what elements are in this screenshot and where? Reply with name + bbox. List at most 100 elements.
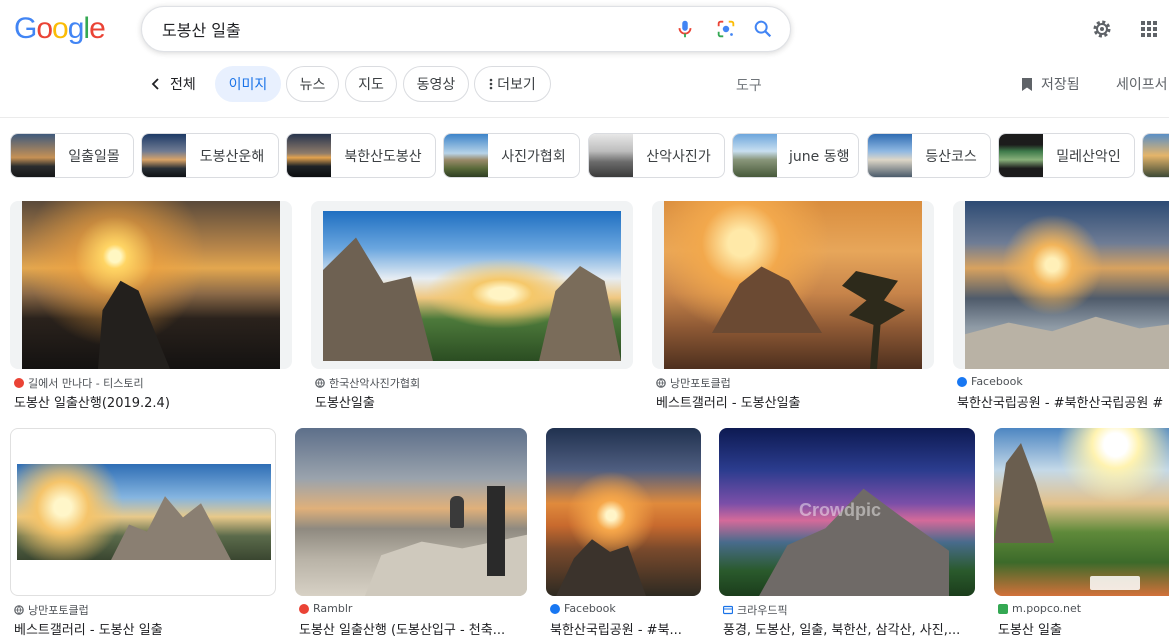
search-input[interactable]: [162, 7, 662, 51]
image-result[interactable]: 길에서 만나다 - 티스토리 도봉산 일출산행(2019.2.4): [10, 201, 292, 411]
mic-icon[interactable]: [674, 18, 696, 40]
image-result[interactable]: m.popco.net 도봉산 일출: [994, 428, 1169, 638]
related-chip[interactable]: 등산코스: [867, 133, 991, 178]
search-icon[interactable]: [752, 18, 774, 40]
google-logo[interactable]: Google: [14, 12, 106, 46]
result-source[interactable]: 낭만포토클럽: [656, 375, 731, 391]
globe-icon: [656, 378, 666, 388]
result-source[interactable]: 길에서 만나다 - 티스토리: [14, 375, 144, 391]
result-source-label: 낭만포토클럽: [28, 604, 89, 617]
result-source-label: Ramblr: [313, 602, 353, 615]
facebook-icon: [957, 376, 967, 387]
related-chip-thumbnail: [287, 134, 331, 177]
result-title[interactable]: 도봉산 일출산행(2019.2.4): [14, 392, 292, 411]
image-result[interactable]: Crowdpic 크라우드픽 풍경, 도봉산, 일출, 북한산, 삼각산, 사진…: [719, 428, 975, 638]
related-chip-thumbnail: [589, 134, 633, 177]
saved-button[interactable]: 저장됨: [1021, 74, 1080, 94]
result-source[interactable]: m.popco.net: [998, 602, 1081, 615]
tab-images[interactable]: 이미지: [215, 66, 281, 102]
tab-news-label: 뉴스: [299, 77, 326, 93]
related-chip-thumbnail: [11, 134, 55, 177]
globe-icon: [14, 605, 24, 615]
related-chip[interactable]: [1142, 133, 1169, 178]
related-chip-thumbnail: [444, 134, 488, 177]
related-chip-label: 산악사진가: [646, 148, 711, 165]
bookmark-icon: [1022, 77, 1032, 91]
image-frame: [10, 201, 292, 369]
result-source[interactable]: 한국산악사진가협회: [315, 375, 420, 391]
tab-more[interactable]: 더보기: [474, 66, 551, 102]
image-frame: [652, 201, 934, 369]
more-vert-icon: [489, 78, 493, 90]
related-chip-thumbnail: [999, 134, 1043, 177]
tab-all-label: 전체: [170, 77, 196, 93]
result-source-label: 낭만포토클럽: [670, 377, 731, 390]
result-title[interactable]: 도봉산 일출산행 (도봉산입구 - 천축...: [299, 619, 527, 638]
safesearch-button[interactable]: 세이프서: [1116, 74, 1168, 94]
result-title[interactable]: 베스트갤러리 - 도봉산 일출: [14, 619, 276, 638]
chevron-left-icon: [151, 78, 159, 90]
result-source[interactable]: Facebook: [957, 375, 1023, 388]
related-chip-label: 도봉산운해: [199, 148, 265, 165]
image-result[interactable]: 낭만포토클럽 베스트갤러리 - 도봉산 일출: [10, 428, 276, 638]
watermark: Crowdpic: [799, 500, 882, 520]
result-title[interactable]: 북한산국립공원 - #북한산국립공원 #: [957, 392, 1169, 411]
related-chip-thumbnail: [142, 134, 186, 177]
image-result[interactable]: Facebook 북한산국립공원 - #북한산국립공원 #: [953, 201, 1169, 411]
tab-maps[interactable]: 지도: [345, 66, 397, 102]
image-result[interactable]: 낭만포토클럽 베스트갤러리 - 도봉산일출: [652, 201, 934, 411]
related-chip[interactable]: 일출일몰: [10, 133, 134, 178]
related-chip-label: 등산코스: [925, 148, 977, 165]
related-chip[interactable]: 도봉산운해: [141, 133, 279, 178]
result-source[interactable]: Facebook: [550, 602, 616, 615]
result-source[interactable]: 크라우드픽: [723, 602, 788, 618]
tools-button[interactable]: 도구: [736, 75, 762, 95]
image-frame: Crowdpic: [719, 428, 975, 596]
result-title[interactable]: 베스트갤러리 - 도봉산일출: [656, 392, 934, 411]
result-source[interactable]: 낭만포토클럽: [14, 602, 89, 618]
result-title[interactable]: 북한산국립공원 - #북...: [550, 619, 701, 638]
tab-videos[interactable]: 동영상: [403, 66, 469, 102]
logo-letter: e: [89, 12, 106, 45]
image-frame: [546, 428, 701, 596]
related-chip-label: june 동행: [789, 148, 850, 165]
tab-news[interactable]: 뉴스: [286, 66, 339, 102]
related-chip[interactable]: 산악사진가: [588, 133, 725, 178]
facebook-icon: [550, 603, 560, 614]
related-chip-label: 북한산도봉산: [344, 148, 422, 165]
lens-icon[interactable]: [715, 18, 737, 40]
result-title[interactable]: 풍경, 도봉산, 일출, 북한산, 삼각산, 사진,...: [723, 619, 975, 638]
result-source[interactable]: Ramblr: [299, 602, 352, 615]
tab-all[interactable]: 전체: [150, 73, 196, 95]
tab-more-label: 더보기: [497, 77, 536, 93]
related-chip-label: 밀레산악인: [1056, 148, 1121, 165]
logo-letter: o: [36, 12, 53, 45]
result-title[interactable]: 도봉산일출: [315, 392, 633, 411]
related-chip[interactable]: 북한산도봉산: [286, 133, 436, 178]
result-source-label: Facebook: [564, 602, 616, 615]
image-frame: [311, 201, 633, 369]
related-chip[interactable]: june 동행: [732, 133, 859, 178]
favicon: [14, 378, 24, 388]
result-title[interactable]: 도봉산 일출: [998, 619, 1169, 638]
header-divider: [0, 117, 1169, 118]
globe-icon: [315, 378, 325, 388]
image-frame: [295, 428, 527, 596]
related-chip[interactable]: 밀레산악인: [998, 133, 1135, 178]
image-result[interactable]: 한국산악사진가협회 도봉산일출: [311, 201, 633, 411]
search-box: [141, 6, 791, 52]
gear-icon[interactable]: [1090, 17, 1114, 41]
image-result[interactable]: Facebook 북한산국립공원 - #북...: [546, 428, 701, 638]
result-source-label: m.popco.net: [1012, 602, 1082, 615]
related-chip[interactable]: 사진가협회: [443, 133, 580, 178]
result-source-label: 한국산악사진가협회: [329, 377, 421, 390]
result-source-label: Facebook: [971, 375, 1023, 388]
image-result[interactable]: Ramblr 도봉산 일출산행 (도봉산입구 - 천축...: [295, 428, 527, 638]
tab-videos-label: 동영상: [416, 77, 456, 93]
result-source-label: 길에서 만나다 - 티스토리: [28, 377, 144, 390]
logo-letter: G: [14, 12, 37, 45]
related-chip-label: 사진가협회: [501, 148, 566, 165]
logo-letter: g: [67, 12, 85, 45]
apps-grid-icon[interactable]: [1137, 17, 1161, 41]
image-frame: [994, 428, 1169, 596]
